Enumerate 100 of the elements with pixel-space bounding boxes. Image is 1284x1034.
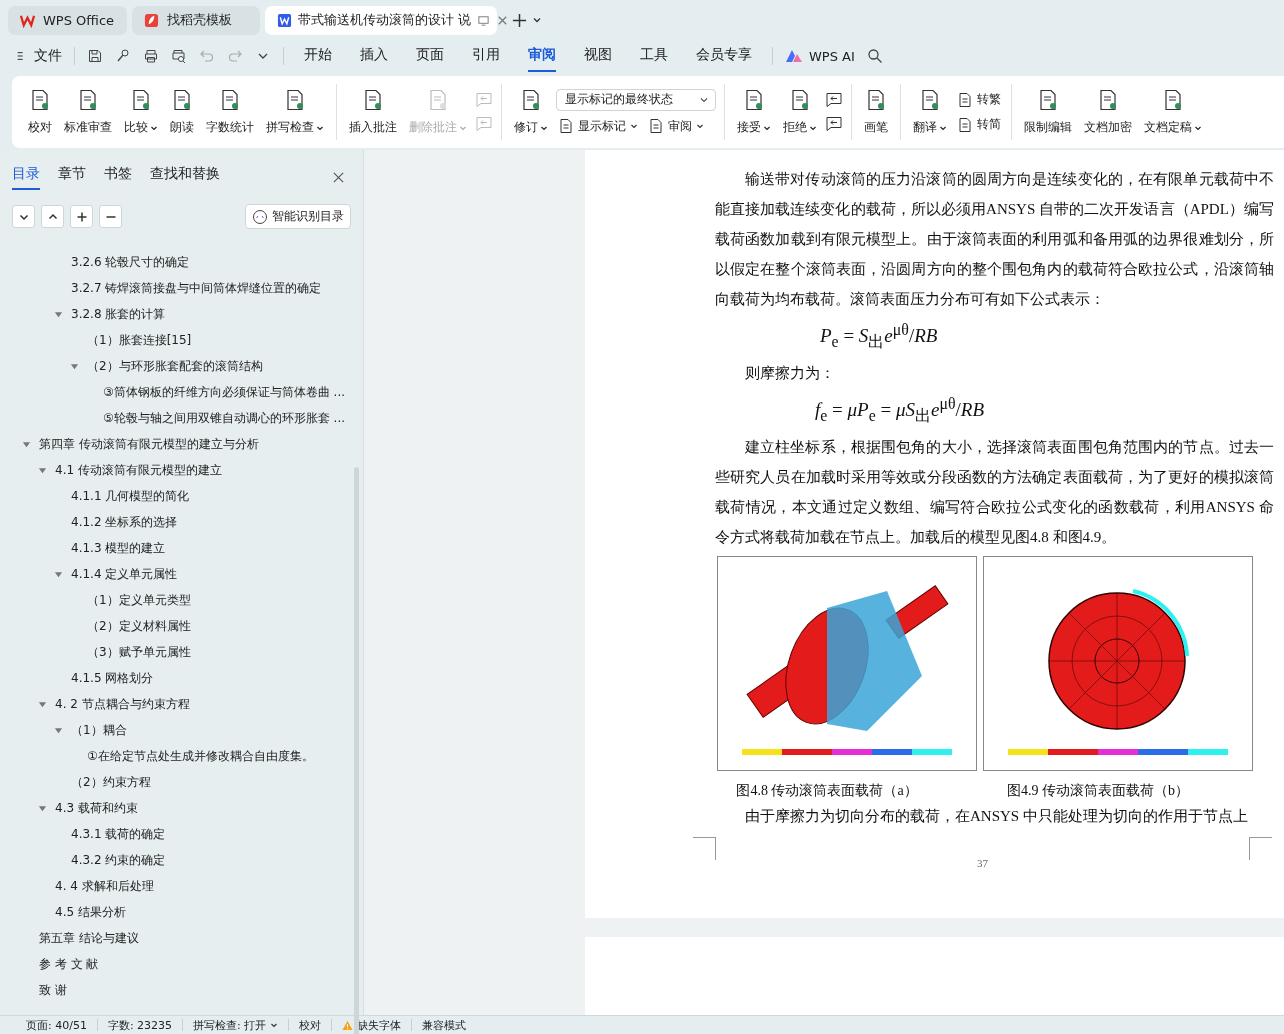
ribbon-button[interactable]: 接受 <box>733 86 775 138</box>
expand-triangle-icon[interactable] <box>38 803 47 813</box>
ribbon-button[interactable]: 插入批注 <box>345 86 401 138</box>
ribbon-button[interactable]: 审阅 <box>646 116 706 136</box>
toc-item[interactable]: ①在给定节点处生成并修改耦合自由度集。 <box>87 747 314 765</box>
toc-item[interactable]: ⑤轮毂与轴之间用双锥自动调心的环形胀套 ... <box>103 409 345 427</box>
ribbon-button[interactable]: 显示标记 <box>556 116 640 136</box>
expand-triangle-icon[interactable] <box>38 465 47 475</box>
page-number: 37 <box>977 857 988 870</box>
search-icon[interactable] <box>866 48 883 64</box>
nav-tab[interactable]: 目录 <box>12 164 40 190</box>
collapse-button[interactable] <box>12 205 35 228</box>
toc-item[interactable]: 4. 4 求解和后处理 <box>55 877 154 895</box>
status-item[interactable]: 兼容模式 <box>412 1017 477 1033</box>
ribbon-button[interactable]: 转简 <box>955 115 1003 134</box>
comment-nav-button[interactable] <box>825 115 843 133</box>
document-icon <box>957 116 973 133</box>
expand-triangle-icon[interactable] <box>70 361 79 371</box>
toc-item[interactable]: 4.1.1 几何模型的简化 <box>71 487 190 505</box>
toc-item[interactable]: 4.5 结果分析 <box>55 903 126 921</box>
toc-item[interactable]: ③筒体钢板的纤维方向必须保证与筒体卷曲 ... <box>103 383 345 401</box>
toc-item[interactable]: 4.3.1 载荷的确定 <box>71 825 166 843</box>
menu-tab[interactable]: 插入 <box>360 40 388 72</box>
menu-tab[interactable]: 开始 <box>304 40 332 72</box>
ai-button[interactable]: WPS AI <box>785 48 855 64</box>
menu-tab[interactable]: 页面 <box>416 40 444 72</box>
print-preview-icon[interactable] <box>171 48 187 64</box>
comment-nav-button[interactable] <box>825 91 843 109</box>
toc-item[interactable]: （1）胀套连接[15] <box>87 331 192 349</box>
toc-item[interactable]: 3.2.8 胀套的计算 <box>71 305 166 323</box>
spellcheck-menu[interactable]: 拼写检查: 打开 <box>183 1017 289 1033</box>
ribbon-button[interactable]: 比较 <box>120 86 162 138</box>
ribbon-button[interactable]: 拒绝 <box>779 86 821 138</box>
browser-tab[interactable]: 找稻壳模板 <box>132 5 260 35</box>
add-button[interactable] <box>70 205 93 228</box>
toc-item[interactable]: 参 考 文 献 <box>39 955 99 973</box>
expand-triangle-icon[interactable] <box>54 309 63 319</box>
expand-triangle-icon[interactable] <box>22 439 31 449</box>
caret-icon <box>696 122 704 130</box>
expand-triangle-icon[interactable] <box>54 725 63 735</box>
expand-triangle-icon[interactable] <box>38 699 47 709</box>
menu-tab[interactable]: 审阅 <box>528 40 556 72</box>
ribbon-button[interactable]: 文档定稿 <box>1140 86 1206 138</box>
toc-item[interactable]: （2）约束方程 <box>71 773 151 791</box>
ribbon-button[interactable]: 文档加密 <box>1080 86 1136 138</box>
toc-item[interactable]: 致 谢 <box>39 981 67 999</box>
nav-tab[interactable]: 查找和替换 <box>150 164 220 190</box>
toc-item[interactable]: （2）定义材料属性 <box>87 617 191 635</box>
toc-item[interactable]: 4.1.3 模型的建立 <box>71 539 166 557</box>
save-icon[interactable] <box>87 48 103 64</box>
document-icon <box>957 91 973 108</box>
ribbon-button[interactable]: 校对 <box>24 86 56 138</box>
ribbon-button[interactable]: 翻译 <box>909 86 951 138</box>
menu-tab[interactable]: 会员专享 <box>696 40 752 72</box>
toc-item[interactable]: 4.3 载荷和约束 <box>55 799 138 817</box>
toc-item[interactable]: 4.1.4 定义单元属性 <box>71 565 178 583</box>
print-icon[interactable] <box>143 48 159 64</box>
toc-item[interactable]: 4.1.2 坐标系的选择 <box>71 513 178 531</box>
toc-item[interactable]: 第四章 传动滚筒有限元模型的建立与分析 <box>39 435 259 453</box>
redo-icon[interactable] <box>227 48 243 64</box>
undo-icon[interactable] <box>199 48 215 64</box>
toc-item[interactable]: 3.2.6 轮毂尺寸的确定 <box>71 253 190 271</box>
scrollbar[interactable] <box>354 467 359 1034</box>
toc-item[interactable]: （1）耦合 <box>71 721 127 739</box>
toc-item[interactable]: （1）定义单元类型 <box>87 591 191 609</box>
ribbon-button[interactable]: 转繁 <box>955 90 1003 109</box>
ribbon-button[interactable]: 标准审查 <box>60 86 116 138</box>
ribbon-button[interactable]: 字数统计 <box>202 86 258 138</box>
toc-item[interactable]: 4. 2 节点耦合与约束方程 <box>55 695 190 713</box>
expand-triangle-icon[interactable] <box>54 569 63 579</box>
toc-item[interactable]: 4.3.2 约束的确定 <box>71 851 166 869</box>
menu-tab[interactable]: 视图 <box>584 40 612 72</box>
close-icon[interactable] <box>332 170 345 184</box>
browser-tab[interactable]: WPS Office <box>8 5 127 35</box>
ribbon-button[interactable]: 修订 <box>510 86 552 138</box>
menu-icon <box>16 50 26 62</box>
toc-item[interactable]: （2）与环形胀套配套的滚筒结构 <box>87 357 263 375</box>
toc-item[interactable]: （3）赋予单元属性 <box>87 643 191 661</box>
nav-tab[interactable]: 章节 <box>58 164 86 190</box>
nav-tab[interactable]: 书签 <box>104 164 132 190</box>
toc-item[interactable]: 第五章 结论与建议 <box>39 929 139 947</box>
ribbon-button[interactable]: 画笔 <box>860 86 892 138</box>
toc-item[interactable]: 4.1.5 网格划分 <box>71 669 154 687</box>
status-item[interactable]: 校对 <box>289 1017 332 1033</box>
monitor-icon[interactable] <box>477 13 491 27</box>
new-tab-icon[interactable] <box>512 12 527 28</box>
ribbon-button[interactable]: 限制编辑 <box>1020 86 1076 138</box>
menu-tab[interactable]: 引用 <box>472 40 500 72</box>
ribbon-button[interactable]: 朗读 <box>166 86 198 138</box>
smart-toc-button[interactable]: 智能识别目录 <box>245 204 351 229</box>
remove-button[interactable] <box>99 205 122 228</box>
toc-item[interactable]: 3.2.7 铸焊滚筒接盘与中间筒体焊缝位置的确定 <box>71 279 322 297</box>
toc-item[interactable]: 4.1 传动滚筒有限元模型的建立 <box>55 461 222 479</box>
file-menu[interactable]: 文件 <box>16 47 62 65</box>
writer-logo-icon <box>277 12 292 28</box>
expand-button[interactable] <box>41 205 64 228</box>
ribbon-button[interactable]: 拼写检查 <box>262 86 328 138</box>
markup-select[interactable]: 显示标记的最终状态 <box>556 88 716 111</box>
caret-icon[interactable] <box>532 15 542 25</box>
menu-tab[interactable]: 工具 <box>640 40 668 72</box>
